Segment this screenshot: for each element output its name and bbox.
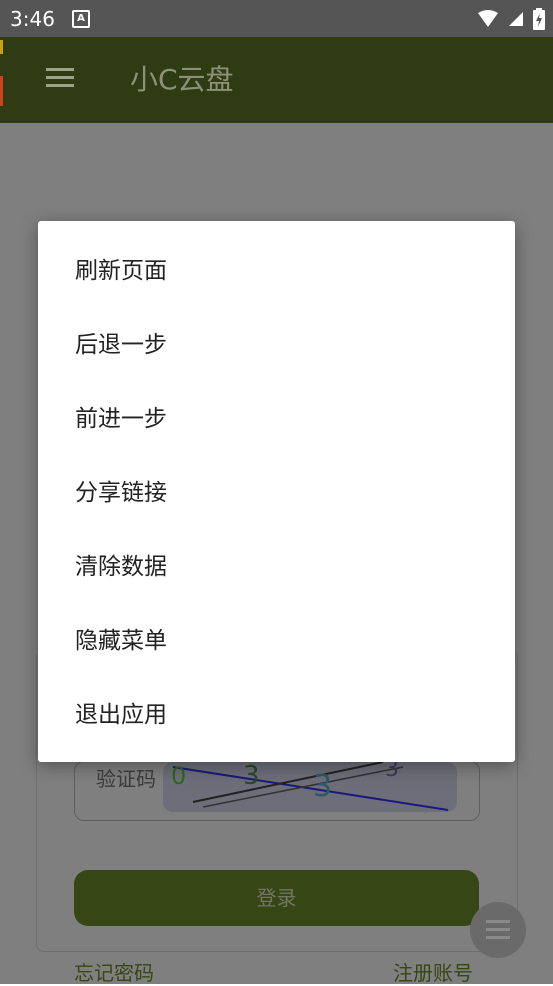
captcha-image[interactable]: 0 3 3 3 (163, 762, 457, 812)
login-button[interactable]: 登录 (74, 870, 479, 926)
menu-item-label: 隐藏菜单 (75, 628, 167, 654)
menu-item-hide-menu[interactable]: 隐藏菜单 (38, 604, 515, 678)
menu-item-forward[interactable]: 前进一步 (38, 382, 515, 456)
register-link[interactable]: 注册账号 (393, 960, 473, 986)
hamburger-icon (46, 68, 74, 71)
status-bar: 3:46 A (0, 0, 553, 37)
svg-text:3: 3 (385, 762, 399, 782)
wifi-icon (477, 10, 498, 27)
menu-item-refresh[interactable]: 刷新页面 (38, 234, 515, 308)
edge-artifact (0, 76, 3, 106)
menu-item-label: 退出应用 (75, 702, 167, 728)
signal-icon (508, 12, 523, 26)
menu-item-label: 刷新页面 (75, 258, 167, 284)
menu-item-clear-data[interactable]: 清除数据 (38, 530, 515, 604)
svg-text:0: 0 (171, 762, 186, 790)
captcha-label: 验证码 (96, 767, 156, 791)
status-time: 3:46 (10, 7, 55, 31)
popup-menu: 刷新页面 后退一步 前进一步 分享链接 清除数据 隐藏菜单 退出应用 (38, 221, 515, 762)
menu-item-label: 清除数据 (75, 554, 167, 580)
svg-text:3: 3 (243, 762, 260, 791)
edge-artifact (0, 40, 3, 54)
menu-item-exit-app[interactable]: 退出应用 (38, 678, 515, 752)
battery-icon (533, 8, 545, 30)
captcha-graphic: 0 3 3 3 (171, 762, 449, 811)
menu-item-share-link[interactable]: 分享链接 (38, 456, 515, 530)
a-letter-icon: A (72, 10, 90, 28)
menu-item-label: 前进一步 (75, 406, 167, 432)
svg-text:3: 3 (313, 769, 332, 804)
status-icons (473, 8, 545, 30)
app-title: 小C云盘 (130, 63, 234, 96)
forgot-password-link[interactable]: 忘记密码 (74, 960, 154, 986)
menu-item-label: 后退一步 (75, 332, 167, 358)
fab-menu-icon (470, 902, 526, 939)
hamburger-menu-button[interactable] (44, 63, 76, 95)
menu-item-back[interactable]: 后退一步 (38, 308, 515, 382)
floating-menu-button[interactable] (470, 902, 526, 958)
app-bar: 小C云盘 (0, 37, 553, 123)
menu-item-label: 分享链接 (75, 480, 167, 506)
